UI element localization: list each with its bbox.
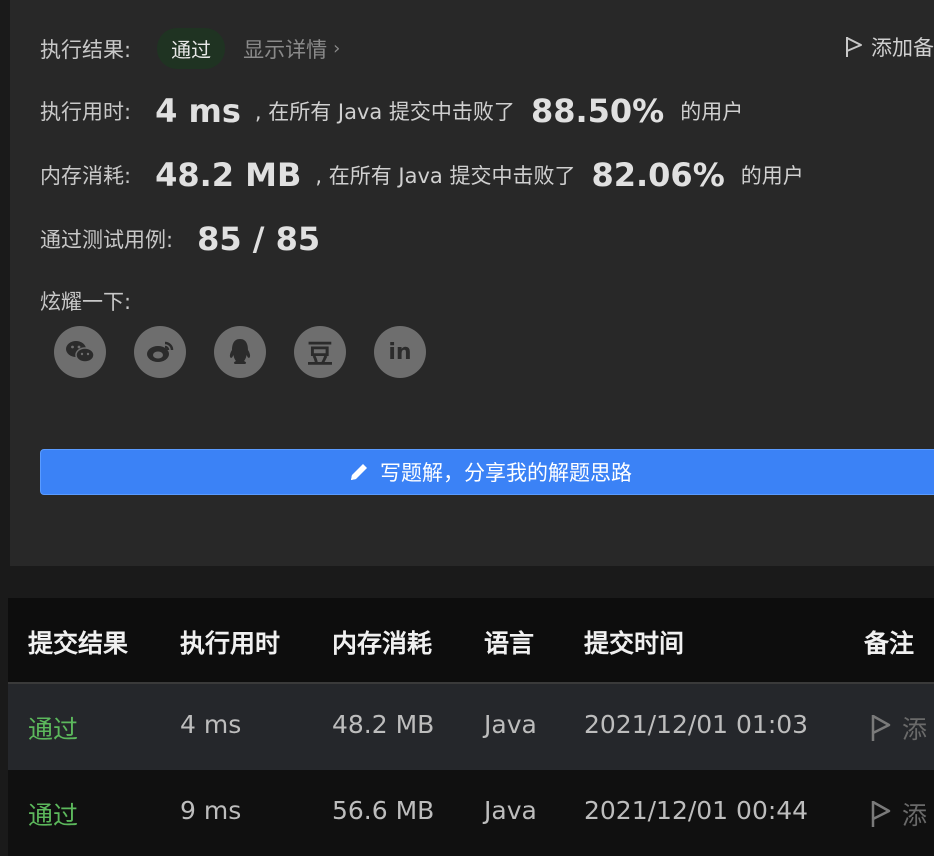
show-details-link[interactable]: 显示详情 › <box>243 34 340 64</box>
row-runtime: 9 ms <box>180 796 242 825</box>
tests-label: 通过测试用例: <box>40 228 174 252</box>
wechat-icon[interactable] <box>54 326 106 378</box>
row-status-link[interactable]: 通过 <box>28 710 78 746</box>
row-submit-time: 2021/12/01 01:03 <box>584 710 809 739</box>
row-submit-time: 2021/12/01 00:44 <box>584 796 809 825</box>
submissions-table: 提交结果 执行用时 内存消耗 语言 提交时间 备注 通过 4 ms 48.2 M… <box>8 598 934 856</box>
runtime-value: 4 ms <box>155 92 241 130</box>
write-solution-button[interactable]: 写题解，分享我的解题思路 <box>40 449 934 495</box>
row-add-note-button[interactable]: 添 <box>870 710 927 746</box>
memory-row: 内存消耗: 48.2 MB , 在所有 Java 提交中击败了 82.06% 的… <box>40 156 804 194</box>
share-row: 炫耀一下: <box>40 286 131 316</box>
runtime-row: 执行用时: 4 ms , 在所有 Java 提交中击败了 88.50% 的用户 <box>40 92 743 130</box>
row-add-note-button[interactable]: 添 <box>870 796 927 832</box>
row-memory: 48.2 MB <box>332 710 435 739</box>
pencil-icon <box>351 464 367 480</box>
add-note-label: 添加备 <box>871 36 934 60</box>
memory-prefix: , 在所有 Java 提交中击败了 <box>315 164 576 188</box>
write-solution-label: 写题解，分享我的解题思路 <box>380 461 632 485</box>
memory-percent: 82.06% <box>591 156 725 194</box>
tests-value: 85 / 85 <box>197 220 321 258</box>
douban-glyph: 豆 <box>306 339 333 370</box>
memory-label: 内存消耗: <box>40 164 132 188</box>
runtime-suffix: 的用户 <box>680 100 744 124</box>
runtime-percent: 88.50% <box>530 92 665 130</box>
runtime-label: 执行用时: <box>40 100 132 124</box>
linkedin-icon[interactable]: in <box>374 326 426 378</box>
row-runtime: 4 ms <box>180 710 242 739</box>
header-result: 提交结果 <box>28 629 129 658</box>
add-note-button[interactable]: 添加备 <box>845 32 934 62</box>
table-row[interactable]: 通过 4 ms 48.2 MB Java 2021/12/01 01:03 添 <box>8 684 934 771</box>
flag-icon <box>846 37 862 57</box>
qq-icon[interactable] <box>214 326 266 378</box>
show-details-label: 显示详情 <box>243 37 328 62</box>
douban-icon[interactable]: 豆 <box>294 326 346 378</box>
weibo-icon[interactable] <box>134 326 186 378</box>
share-icons: 豆 in <box>54 326 454 378</box>
row-add-note-label: 添 <box>902 801 928 830</box>
memory-value: 48.2 MB <box>155 156 302 194</box>
memory-suffix: 的用户 <box>740 164 804 188</box>
chevron-right-icon: › <box>333 38 341 59</box>
linkedin-glyph: in <box>388 339 412 365</box>
table-row[interactable]: 通过 9 ms 56.6 MB Java 2021/12/01 00:44 添 <box>8 770 934 856</box>
status-badge: 通过 <box>157 28 226 69</box>
flag-icon <box>871 800 891 827</box>
header-submit-time: 提交时间 <box>584 629 685 658</box>
header-runtime: 执行用时 <box>180 629 281 658</box>
row-add-note-label: 添 <box>902 715 928 744</box>
row-status-link[interactable]: 通过 <box>28 796 78 832</box>
header-language: 语言 <box>484 629 535 658</box>
header-memory: 内存消耗 <box>332 629 433 658</box>
result-row: 执行结果: 通过 显示详情 › <box>40 28 340 69</box>
row-memory: 56.6 MB <box>332 796 435 825</box>
table-header: 提交结果 执行用时 内存消耗 语言 提交时间 备注 <box>8 598 934 684</box>
flag-icon <box>871 714 891 741</box>
result-panel: 执行结果: 通过 显示详情 › 添加备 执行用时: 4 ms , 在所有 Jav… <box>10 0 934 566</box>
header-note: 备注 <box>864 629 915 658</box>
runtime-prefix: , 在所有 Java 提交中击败了 <box>254 100 515 124</box>
result-label: 执行结果: <box>40 37 132 62</box>
tests-row: 通过测试用例: 85 / 85 <box>40 220 320 258</box>
row-language: Java <box>484 710 537 739</box>
share-label: 炫耀一下: <box>40 290 132 314</box>
row-language: Java <box>484 796 537 825</box>
